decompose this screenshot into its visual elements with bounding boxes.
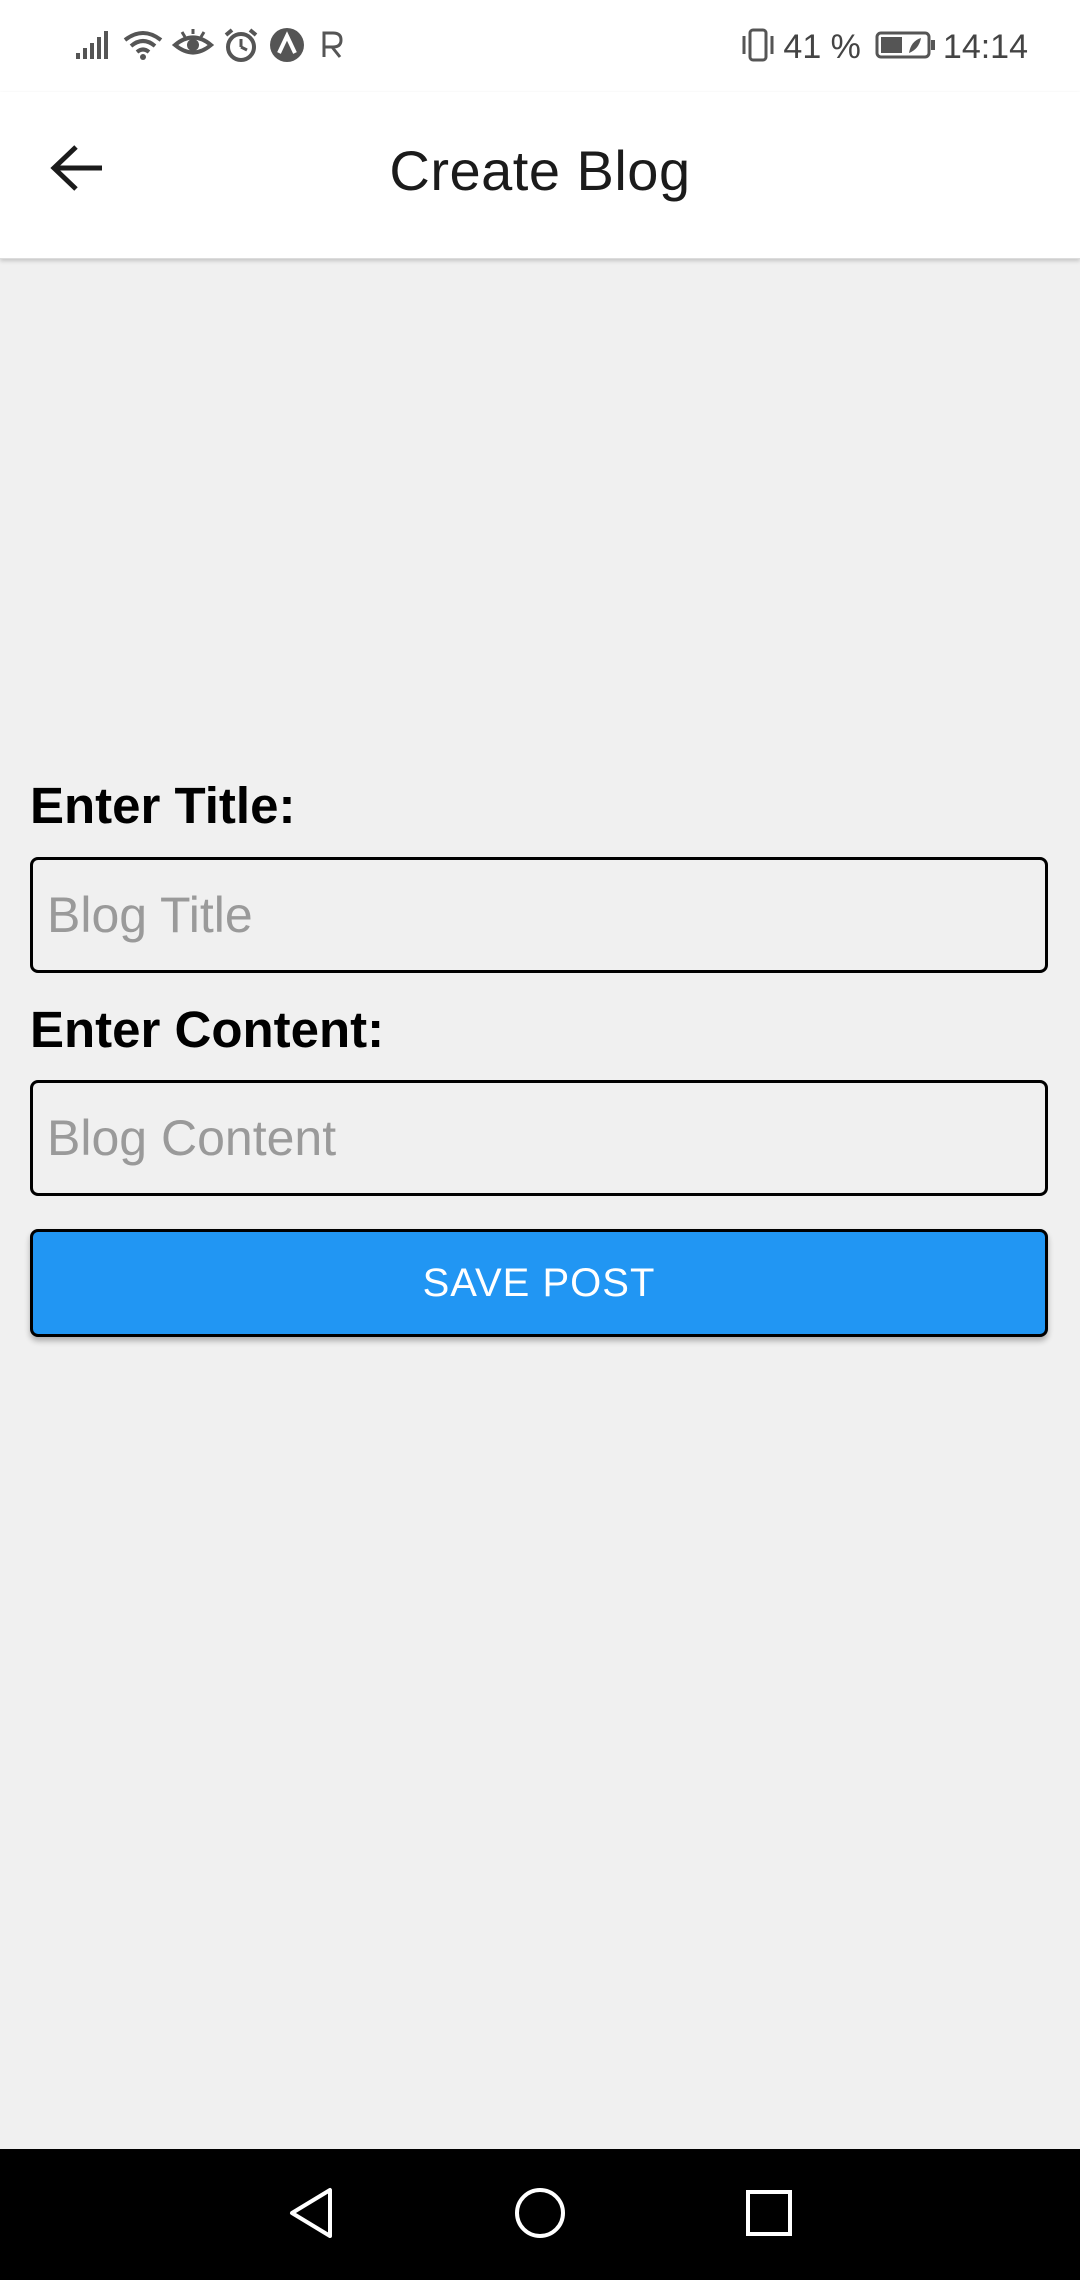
vibrate-icon [739,26,777,69]
app-a-icon [268,26,306,69]
app-r-icon [314,27,346,68]
nav-home-button[interactable] [504,2179,576,2251]
blog-content-input[interactable] [30,1080,1048,1196]
nav-home-icon [513,2186,567,2245]
content-label: Enter Content: [30,1001,385,1058]
nav-back-button[interactable] [275,2179,347,2251]
title-label: Enter Title: [30,777,296,834]
save-post-button[interactable]: SAVE POST [30,1229,1048,1337]
nav-recents-icon [744,2188,794,2243]
nav-recents-button[interactable] [733,2179,805,2251]
nav-back-icon [286,2186,336,2245]
app-header: Create Blog [0,92,1080,259]
wifi-icon [122,28,164,67]
status-icons-right: 41 % 14:14 [739,22,1028,72]
clock: 14:14 [942,27,1028,66]
signal-icon [74,29,114,66]
alarm-icon [222,27,260,68]
status-icons-left [74,22,346,72]
blog-title-input[interactable] [30,857,1048,973]
system-nav-bar [0,2149,1080,2280]
status-bar: 41 % 14:14 [0,0,1080,92]
page-title: Create Blog [389,139,691,202]
eye-icon [171,28,215,67]
battery-icon [875,29,937,66]
battery-percent: 41 % [783,27,861,66]
